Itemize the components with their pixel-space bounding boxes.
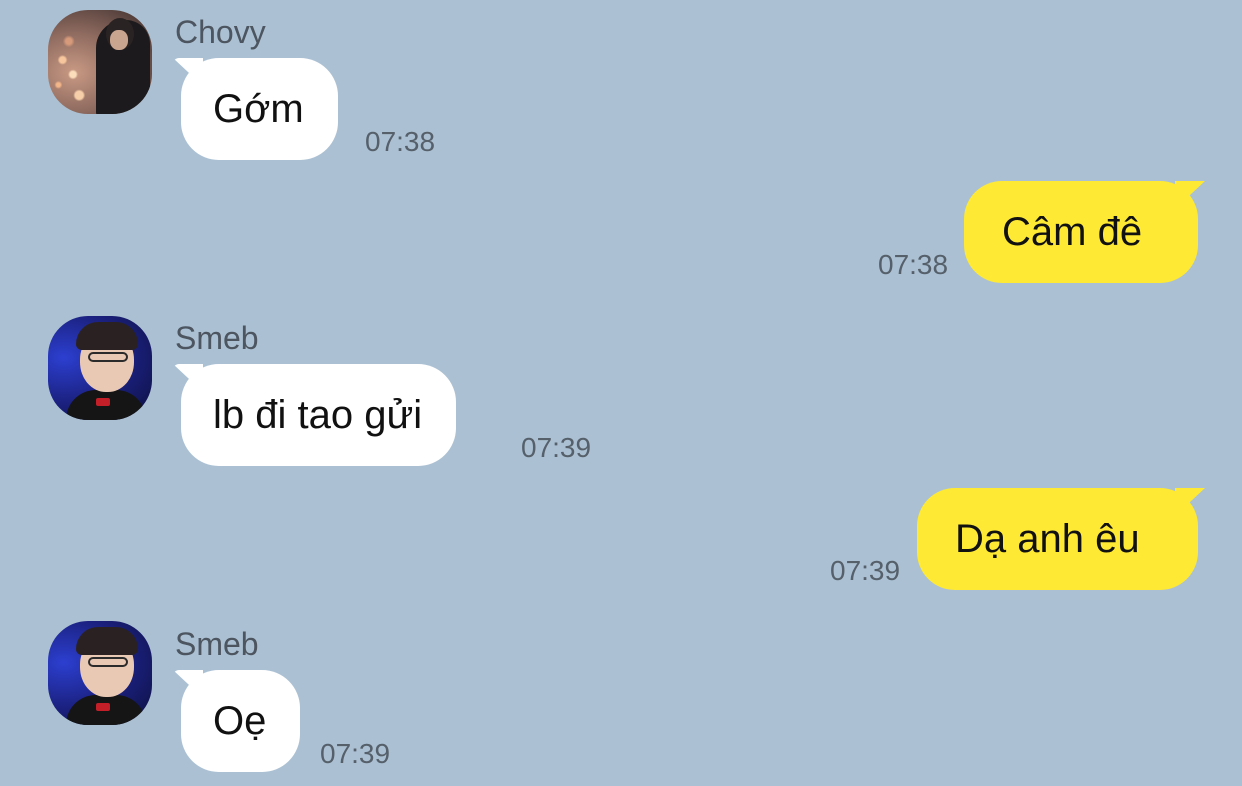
outgoing-message-bubble[interactable]: Dạ anh êu	[917, 488, 1198, 590]
smeb-avatar[interactable]	[48, 621, 152, 725]
message-timestamp: 07:38	[365, 126, 436, 157]
chovy-avatar[interactable]	[48, 10, 152, 114]
avatar-shirt	[66, 390, 146, 420]
smeb-avatar[interactable]	[48, 316, 152, 420]
avatar-glasses	[88, 657, 128, 667]
incoming-message-bubble[interactable]: lb đi tao gửi	[181, 364, 457, 466]
avatar-glasses	[88, 352, 128, 362]
sender-name: Smeb	[175, 320, 259, 356]
avatar-shirt	[66, 695, 146, 725]
incoming-message-bubble[interactable]: Oẹ	[181, 670, 301, 772]
message-timestamp: 07:38	[878, 249, 949, 280]
avatar-hair	[76, 322, 138, 350]
outgoing-message-bubble[interactable]: Câm đê	[964, 181, 1198, 283]
sender-name: Smeb	[175, 626, 259, 662]
message-timestamp: 07:39	[320, 738, 391, 769]
chat-thread: Chovy Gớm 07:38 07:38 Câm đê Smeb lb đi …	[0, 0, 1242, 786]
avatar-hair	[76, 627, 138, 655]
avatar-figure	[96, 18, 150, 114]
message-timestamp: 07:39	[521, 432, 592, 463]
message-timestamp: 07:39	[830, 555, 901, 586]
incoming-message-bubble[interactable]: Gớm	[181, 58, 338, 160]
sender-name: Chovy	[175, 14, 266, 50]
